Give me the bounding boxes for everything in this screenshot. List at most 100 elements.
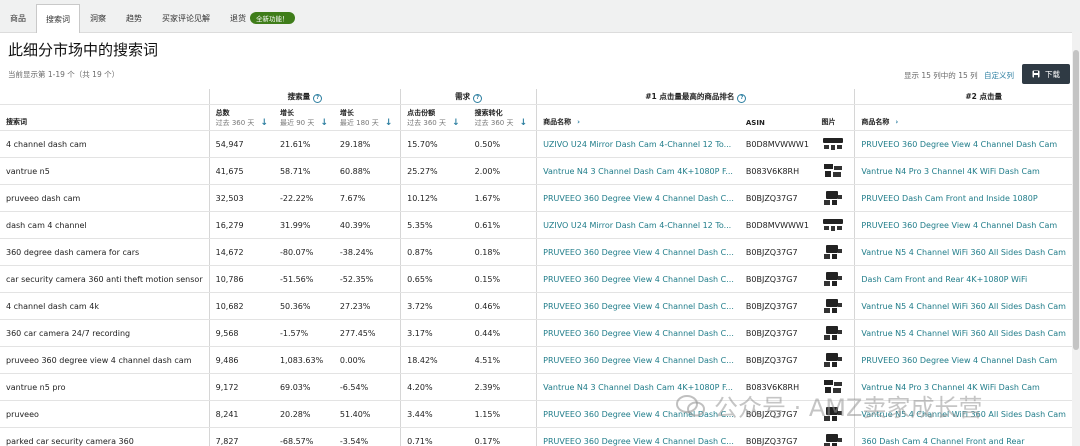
product-thumbnail-image[interactable] xyxy=(822,270,844,288)
second-product-name-link[interactable]: 360 Dash Cam 4 Channel Front and Rear xyxy=(854,427,1072,446)
help-icon[interactable]: ? xyxy=(737,93,747,103)
top-product-name-link[interactable]: PRUVEEO 360 Degree View 4 Channel Dash C… xyxy=(536,346,740,374)
tab-bar: 商品 搜索词 洞察 趋势 买家评论见解 退货 全新功能！ xyxy=(0,0,1080,33)
sort-down-icon[interactable]: ↓ xyxy=(519,118,527,128)
top-product-name-link[interactable]: PRUVEEO 360 Degree View 4 Channel Dash C… xyxy=(536,238,740,266)
click-share-cell: 0.87% xyxy=(400,238,469,266)
col-total[interactable]: 总数 过去 360 天 ↓ xyxy=(208,104,274,131)
product-thumbnail-image[interactable] xyxy=(822,216,844,234)
product-thumbnail-image[interactable] xyxy=(822,324,844,342)
conversion-cell: 0.15% xyxy=(468,265,537,293)
top-product-name-link[interactable]: Vantrue N4 3 Channel Dash Cam 4K+1080P F… xyxy=(536,157,740,185)
growth-180-cell: 29.18% xyxy=(333,130,401,158)
tab-3[interactable]: 趋势 xyxy=(116,4,152,32)
top-product-name-link[interactable]: UZIVO U24 Mirror Dash Cam 4-Channel 12 T… xyxy=(536,211,740,239)
tab-label: 买家评论见解 xyxy=(162,13,210,23)
second-product-name-link[interactable]: PRUVEEO Dash Cam Front and Inside 1080P xyxy=(854,184,1072,212)
asin-cell: B083V6K8RH xyxy=(739,157,816,185)
top-product-name-link[interactable]: PRUVEEO 360 Degree View 4 Channel Dash C… xyxy=(536,265,740,293)
tab-2[interactable]: 洞察 xyxy=(80,4,116,32)
top-product-name-link[interactable]: PRUVEEO 360 Degree View 4 Channel Dash C… xyxy=(536,184,740,212)
help-icon[interactable]: ? xyxy=(313,93,323,103)
product-thumbnail-image[interactable] xyxy=(822,378,844,396)
product-thumbnail-image[interactable] xyxy=(822,297,844,315)
total-volume-cell: 9,172 xyxy=(208,373,274,401)
sort-down-icon[interactable]: ↓ xyxy=(260,118,268,128)
top-product-name-link[interactable]: UZIVO U24 Mirror Dash Cam 4-Channel 12 T… xyxy=(536,130,740,158)
second-product-name-link[interactable]: PRUVEEO 360 Degree View 4 Channel Dash C… xyxy=(854,130,1072,158)
growth-90-cell: 1,083.63% xyxy=(273,346,334,374)
table-row: parked car security camera 360 7,827 -68.5… xyxy=(0,427,1072,446)
growth-90-cell: -1.57% xyxy=(273,319,334,347)
customize-columns-link[interactable]: 自定义列 xyxy=(984,71,1014,80)
top-product-name-link[interactable]: PRUVEEO 360 Degree View 4 Channel Dash C… xyxy=(536,400,740,428)
conversion-cell: 0.46% xyxy=(468,292,537,320)
asin-cell: B0BJZQ37G7 xyxy=(739,427,816,446)
asin-cell: B0BJZQ37G7 xyxy=(739,400,816,428)
second-product-name-link[interactable]: Vantrue N5 4 Channel WiFi 360 All Sides … xyxy=(854,400,1072,428)
total-volume-cell: 9,486 xyxy=(208,346,274,374)
new-feature-badge: 全新功能！ xyxy=(250,12,295,24)
keyword-cell: 4 channel dash cam 4k xyxy=(0,292,210,320)
second-product-name-link[interactable]: Dash Cam Front and Rear 4K+1080P WiFi xyxy=(854,265,1072,293)
col-asin[interactable]: ASIN xyxy=(739,104,816,131)
col-growth-180[interactable]: 增长 最近 180 天 ↓ xyxy=(333,104,401,131)
download-button[interactable]: 下载 xyxy=(1022,64,1070,84)
product-thumbnail-image[interactable] xyxy=(822,135,844,153)
product-thumbnail-image[interactable] xyxy=(822,405,844,423)
asin-cell: B0BJZQ37G7 xyxy=(739,319,816,347)
top-product-name-link[interactable]: PRUVEEO 360 Degree View 4 Channel Dash C… xyxy=(536,292,740,320)
product-image-cell xyxy=(815,427,855,446)
sort-down-icon[interactable]: ↓ xyxy=(385,118,393,128)
click-share-cell: 3.72% xyxy=(400,292,469,320)
click-share-cell: 0.71% xyxy=(400,427,469,446)
second-product-name-link[interactable]: PRUVEEO 360 Degree View 4 Channel Dash C… xyxy=(854,211,1072,239)
tab-label: 商品 xyxy=(10,13,26,23)
scrollbar-thumb[interactable] xyxy=(1073,50,1079,350)
growth-180-cell: 60.88% xyxy=(333,157,401,185)
col-product-name[interactable]: 商品名称 › xyxy=(536,104,740,131)
sort-down-icon[interactable]: ↓ xyxy=(320,118,328,128)
second-product-name-link[interactable]: Vantrue N5 4 Channel WiFi 360 All Sides … xyxy=(854,292,1072,320)
tab-4[interactable]: 买家评论见解 xyxy=(152,4,220,32)
keyword-cell: vantrue n5 xyxy=(0,157,210,185)
tab-1[interactable]: 搜索词 xyxy=(36,4,80,33)
col-keyword[interactable]: 搜索词 xyxy=(0,104,210,131)
second-product-name-link[interactable]: Vantrue N4 Pro 3 Channel 4K WiFi Dash Ca… xyxy=(854,157,1072,185)
total-volume-cell: 9,568 xyxy=(208,319,274,347)
growth-90-cell: 69.03% xyxy=(273,373,334,401)
second-product-name-link[interactable]: Vantrue N5 4 Channel WiFi 360 All Sides … xyxy=(854,238,1072,266)
keyword-cell: pruveeo dash cam xyxy=(0,184,210,212)
growth-90-cell: 31.99% xyxy=(273,211,334,239)
col-product-name-2[interactable]: 商品名称 › xyxy=(854,104,1072,131)
sort-down-icon[interactable]: ↓ xyxy=(452,118,460,128)
tab-0[interactable]: 商品 xyxy=(0,4,36,32)
total-volume-cell: 54,947 xyxy=(208,130,274,158)
keyword-cell: pruveeo 360 degree view 4 channel dash c… xyxy=(0,346,210,374)
group-demand: 需求? xyxy=(400,89,537,105)
col-conversion[interactable]: 搜索转化 过去 360 天 ↓ xyxy=(468,104,537,131)
help-icon[interactable]: ? xyxy=(473,93,483,103)
chevron-right-icon[interactable]: › xyxy=(895,118,898,126)
product-thumbnail-image[interactable] xyxy=(822,189,844,207)
second-product-name-link[interactable]: PRUVEEO 360 Degree View 4 Channel Dash C… xyxy=(854,346,1072,374)
table-row: vantrue n5 41,675 58.71% 60.88% 25.27% 2.00% V… xyxy=(0,157,1072,185)
product-thumbnail-image[interactable] xyxy=(822,243,844,261)
second-product-name-link[interactable]: Vantrue N4 Pro 3 Channel 4K WiFi Dash Ca… xyxy=(854,373,1072,401)
conversion-cell: 4.51% xyxy=(468,346,537,374)
top-product-name-link[interactable]: Vantrue N4 3 Channel Dash Cam 4K+1080P F… xyxy=(536,373,740,401)
top-product-name-link[interactable]: PRUVEEO 360 Degree View 4 Channel Dash C… xyxy=(536,319,740,347)
chevron-right-icon[interactable]: › xyxy=(577,118,580,126)
asin-cell: B0D8MVWWW1 xyxy=(739,211,816,239)
product-thumbnail-image[interactable] xyxy=(822,162,844,180)
top-product-name-link[interactable]: PRUVEEO 360 Degree View 4 Channel Dash C… xyxy=(536,427,740,446)
product-thumbnail-image[interactable] xyxy=(822,351,844,369)
product-thumbnail-image[interactable] xyxy=(822,432,844,446)
col-click-share[interactable]: 点击份额 过去 360 天 ↓ xyxy=(400,104,469,131)
second-product-name-link[interactable]: Vantrue N5 4 Channel WiFi 360 All Sides … xyxy=(854,319,1072,347)
table-row: 4 channel dash cam 54,947 21.61% 29.18% 15.7… xyxy=(0,130,1072,158)
click-share-cell: 4.20% xyxy=(400,373,469,401)
table-row: pruveeo 8,241 20.28% 51.40% 3.44% 1.15% PRUVEE… xyxy=(0,400,1072,428)
col-growth-90[interactable]: 增长 最近 90 天 ↓ xyxy=(273,104,334,131)
tab-5[interactable]: 退货 全新功能！ xyxy=(220,4,305,32)
